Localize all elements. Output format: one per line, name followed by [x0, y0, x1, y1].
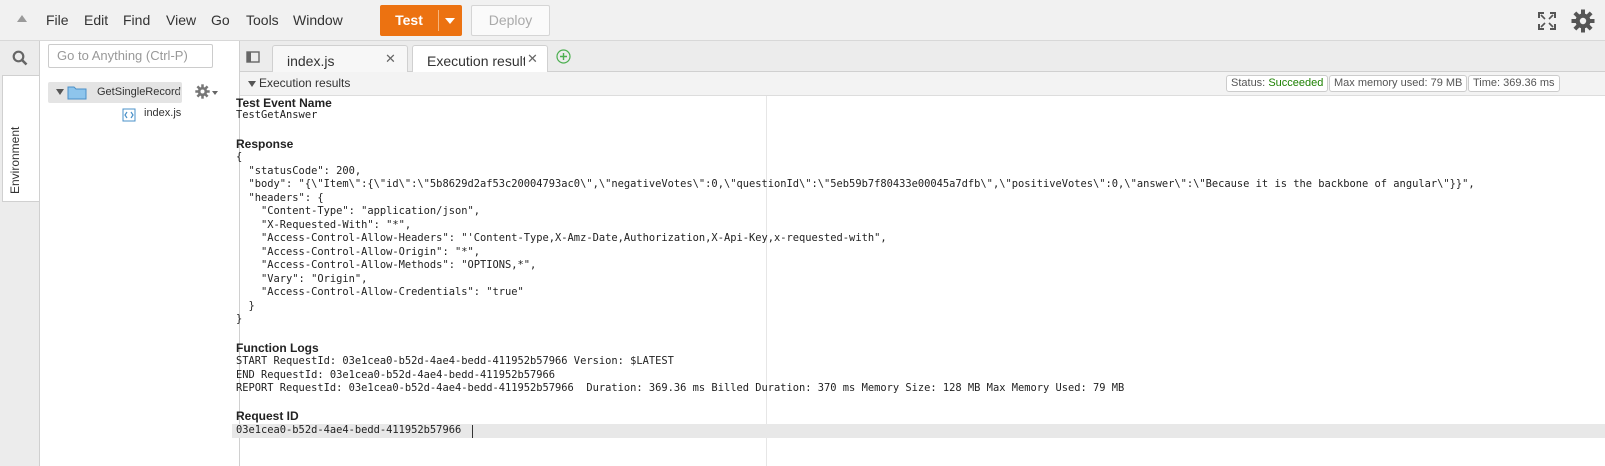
- menu-edit[interactable]: Edit: [84, 12, 108, 28]
- menu-view[interactable]: View: [166, 12, 196, 28]
- response-line: "headers": {: [236, 191, 324, 204]
- response-line: "statusCode": 200,: [236, 164, 362, 177]
- gear-icon[interactable]: [1571, 9, 1595, 33]
- tab-label: index.js: [287, 53, 335, 69]
- response-line: {: [236, 151, 243, 163]
- text-cursor: [472, 425, 473, 438]
- time-badge: Time: 369.36 ms: [1468, 75, 1560, 92]
- response-line: "Access-Control-Allow-Headers": "'Conten…: [236, 232, 887, 244]
- request-id-title: Request ID: [236, 409, 299, 423]
- results-header: Execution results Status: Succeeded Max …: [240, 72, 1605, 96]
- folder-icon: [67, 86, 87, 100]
- folder-label: GetSingleRecord: [97, 86, 181, 98]
- response-line: }: [236, 313, 243, 325]
- search-icon[interactable]: [12, 50, 28, 66]
- results-title: Execution results: [259, 76, 351, 90]
- response-line: "Access-Control-Allow-Credentials": "tru…: [236, 286, 524, 298]
- response-line: "Access-Control-Allow-Methods": "OPTIONS…: [236, 259, 537, 271]
- response-line: "Vary": "Origin",: [236, 272, 368, 285]
- settings-gear-icon[interactable]: [195, 84, 210, 99]
- tab-label: Execution results: [427, 53, 525, 69]
- function-logs-title: Function Logs: [236, 341, 319, 355]
- print-margin-line: [766, 96, 767, 466]
- response-title: Response: [236, 137, 294, 151]
- collapse-arrow-icon[interactable]: [248, 81, 256, 87]
- menu-go[interactable]: Go: [211, 12, 230, 28]
- close-icon[interactable]: ✕: [527, 51, 538, 67]
- request-id-value[interactable]: 03e1cea0-b52d-4ae4-bedd-411952b57966: [236, 424, 461, 438]
- deploy-button[interactable]: Deploy: [471, 5, 550, 36]
- response-line: "X-Requested-With": "*",: [236, 218, 412, 231]
- menu-window[interactable]: Window: [293, 12, 343, 28]
- chevron-down-icon[interactable]: [445, 18, 455, 24]
- log-line: END RequestId: 03e1cea0-b52d-4ae4-bedd-4…: [236, 368, 556, 381]
- log-line: REPORT RequestId: 03e1cea0-b52d-4ae4-bed…: [236, 382, 1125, 394]
- response-line: }: [236, 299, 255, 312]
- fullscreen-icon[interactable]: [1538, 12, 1556, 30]
- test-button[interactable]: Test: [380, 5, 462, 36]
- menu-bar: File Edit Find View Go Tools Window Test…: [0, 0, 1605, 41]
- folder-path-suffix: /: [178, 86, 182, 98]
- status-label: Status:: [1231, 77, 1266, 89]
- response-line: "body": "{\"Item\":{\"id\":\"5b8629d2af5…: [236, 178, 1475, 190]
- response-line: "Access-Control-Allow-Origin": "*",: [236, 245, 480, 258]
- chevron-down-icon[interactable]: [212, 91, 218, 95]
- log-line: START RequestId: 03e1cea0-b52d-4ae4-bedd…: [236, 355, 674, 367]
- results-content: Test Event Name TestGetAnswer Response {…: [232, 96, 1605, 466]
- go-to-anything-input[interactable]: Go to Anything (Ctrl-P): [48, 44, 213, 68]
- memory-badge: Max memory used: 79 MB: [1329, 75, 1468, 92]
- left-rail: Environment: [0, 41, 40, 466]
- test-button-label: Test: [395, 12, 423, 28]
- tree-file-index-js[interactable]: index.js: [144, 107, 181, 119]
- status-value: Succeeded: [1268, 77, 1324, 89]
- test-button-divider: [438, 10, 439, 31]
- collapse-menu-icon[interactable]: [17, 15, 27, 22]
- environment-tab[interactable]: Environment: [2, 75, 39, 202]
- menu-tools[interactable]: Tools: [246, 12, 279, 28]
- tab-index-js[interactable]: index.js ✕: [272, 45, 408, 72]
- expand-arrow-icon[interactable]: [56, 89, 64, 95]
- tree-folder-getsinglerecord[interactable]: GetSingleRecord /: [48, 82, 182, 103]
- response-line: "Content-Type": "application/json",: [236, 205, 480, 217]
- environment-panel: Go to Anything (Ctrl-P) GetSingleRecord …: [40, 41, 240, 466]
- menu-file[interactable]: File: [46, 12, 69, 28]
- tab-execution-results[interactable]: Execution results ✕: [412, 45, 548, 73]
- add-tab-icon[interactable]: [556, 49, 571, 64]
- js-file-icon: [122, 108, 136, 122]
- status-badge: Status: Succeeded: [1226, 75, 1329, 92]
- test-event-title: Test Event Name: [236, 96, 332, 110]
- close-icon[interactable]: ✕: [385, 51, 396, 67]
- environment-tab-label: Environment: [8, 126, 22, 194]
- test-event-value: TestGetAnswer: [236, 109, 318, 121]
- toggle-tree-icon[interactable]: [246, 51, 260, 63]
- editor-tab-bar: index.js ✕ Execution results ✕: [240, 41, 1605, 73]
- menu-find[interactable]: Find: [123, 12, 150, 28]
